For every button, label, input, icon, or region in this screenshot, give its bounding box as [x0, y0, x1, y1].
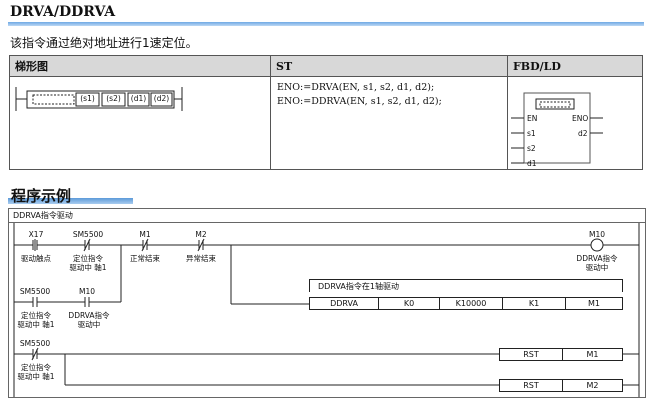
contact-m10-device: M10: [78, 287, 95, 296]
operand-k10000: K10000: [440, 298, 503, 309]
rst-m2-instruction: RST M2: [499, 379, 623, 392]
st-line-ddrva: ENO:=DDRVA(EN, s1, s2, d1, d2);: [277, 96, 442, 107]
fbd-d2: d2: [578, 129, 588, 138]
ladder-program: DDRVA指令驱动 X17 驱动触点 SM5500 定位指令 驱动中 軸1 M1…: [8, 208, 646, 398]
ladder-format-diagram: [15, 87, 183, 111]
coil-m10-device: M10: [588, 230, 605, 239]
contact-x17-device: X17: [28, 230, 44, 239]
contact-sm5500-2-device: SM5500: [19, 287, 51, 296]
contact-m1-comment: 正常结束: [130, 254, 160, 263]
contact-m2-comment: 异常结束: [186, 254, 216, 263]
ladder-format-cell: (s1) (s2) (d1) (d2): [9, 76, 271, 170]
fbd-format-cell: EN ENO s1 d2 s2 d1: [507, 76, 643, 170]
rst-m1-operand: M1: [586, 350, 599, 359]
coil-m10-comment: DDRVA指令 驱动中: [576, 254, 618, 272]
rst-m2-operand: M2: [586, 381, 599, 390]
contact-m1-device: M1: [139, 230, 151, 239]
fbd-eno: ENO: [572, 114, 589, 123]
contact-m10-comment: DDRVA指令 驱动中: [68, 311, 110, 329]
fbd-d1: d1: [527, 159, 537, 168]
contact-sm5500-3-device: SM5500: [19, 339, 51, 348]
operand-k1: K1: [503, 298, 566, 309]
operand-d2: (d2): [153, 94, 170, 103]
fbd-format-diagram: [511, 92, 603, 164]
contact-sm5500-comment: 定位指令 驱动中 軸1: [69, 254, 107, 272]
contact-m2-device: M2: [195, 230, 207, 239]
operand-d1: (d1): [130, 94, 147, 103]
st-line-drva: ENO:=DRVA(EN, s1, s2, d1, d2);: [277, 82, 435, 93]
col-header-fbd: FBD/LD: [507, 55, 643, 77]
title-underline: [8, 22, 644, 26]
operand-s2: (s2): [106, 94, 121, 103]
rst-m1-name: RST: [500, 349, 563, 360]
fbd-s2: s2: [527, 144, 536, 153]
operand-m1: M1: [588, 299, 600, 308]
fbd-s1: s1: [527, 129, 536, 138]
contact-sm5500-3-comment: 定位指令 驱动中 軸1: [17, 363, 55, 381]
format-table: 梯形图 ST FBD/LD (s1) (s2) (d1) (d2) ENO:=D…: [9, 55, 643, 170]
contact-sm5500-2-comment: 定位指令 驱动中 軸1: [17, 311, 55, 329]
instruction-comment: DDRVA指令在1轴驱动: [309, 279, 623, 292]
rst-m2-name: RST: [500, 380, 563, 391]
contact-x17-comment: 驱动触点: [21, 254, 51, 263]
example-title: 程序示例: [11, 187, 72, 205]
page-title: DRVA/DDRVA: [10, 4, 116, 20]
rst-m1-instruction: RST M1: [499, 348, 623, 361]
st-format-cell: ENO:=DRVA(EN, s1, s2, d1, d2); ENO:=DDRV…: [270, 76, 508, 170]
fbd-en: EN: [527, 114, 538, 123]
col-header-ladder: 梯形图: [9, 55, 271, 77]
instruction-description: 该指令通过绝对地址进行1速定位。: [10, 36, 198, 50]
operand-k0: K0: [379, 298, 440, 309]
operand-s1: (s1): [80, 94, 95, 103]
ddrva-instruction: DDRVA K0 K10000 K1 M1: [309, 297, 623, 310]
col-header-st: ST: [270, 55, 508, 77]
contact-sm5500-device: SM5500: [72, 230, 104, 239]
instruction-name: DDRVA: [310, 298, 379, 309]
